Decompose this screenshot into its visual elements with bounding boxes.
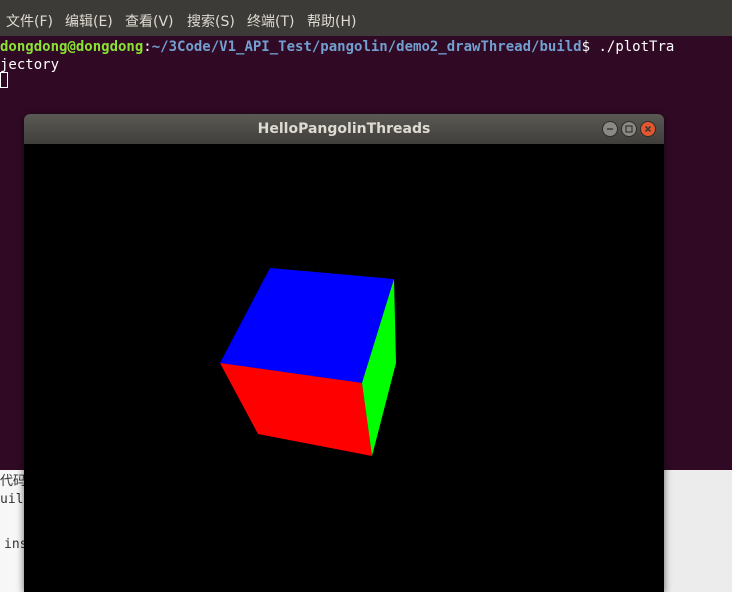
background-text-line: ins: [4, 537, 24, 552]
menu-help[interactable]: 帮助(H): [307, 13, 356, 31]
minimize-button[interactable]: [602, 121, 618, 137]
menu-view[interactable]: 查看(V): [125, 13, 174, 31]
close-button[interactable]: [640, 121, 656, 137]
command-line: dongdong@dongdong:~/3Code/V1_API_Test/pa…: [0, 38, 674, 56]
menu-file[interactable]: 文件(F): [6, 13, 53, 31]
background-text-line: 代码: [0, 474, 24, 489]
background-window-fragment: 代码 uild ins: [0, 470, 24, 592]
prompt-user: dongdong@dongdong: [0, 39, 144, 55]
menu-search[interactable]: 搜索(S): [187, 13, 235, 31]
minimize-icon: [607, 128, 613, 130]
render-canvas[interactable]: [24, 144, 664, 592]
maximize-button[interactable]: [621, 121, 637, 137]
terminal-menubar: 文件(F) 编辑(E) 查看(V) 搜索(S) 终端(T) 帮助(H): [0, 0, 732, 36]
menu-edit[interactable]: 编辑(E): [65, 13, 113, 31]
close-icon: [644, 125, 652, 133]
cube-scene: [220, 268, 396, 456]
pangolin-window: HelloPangolinThreads: [24, 114, 664, 592]
menu-terminal[interactable]: 终端(T): [247, 13, 294, 31]
window-title: HelloPangolinThreads: [257, 121, 431, 137]
window-titlebar[interactable]: HelloPangolinThreads: [24, 114, 664, 145]
prompt-separator: :: [143, 39, 152, 55]
command-wrap-line: jectory: [0, 57, 60, 73]
terminal-cursor: [0, 72, 8, 88]
prompt-path: ~/3Code/V1_API_Test/pangolin/demo2_drawT…: [151, 39, 582, 55]
background-text-line: uild: [0, 492, 24, 507]
command-text: $ ./plotTra: [581, 39, 675, 55]
maximize-icon: [625, 125, 633, 133]
